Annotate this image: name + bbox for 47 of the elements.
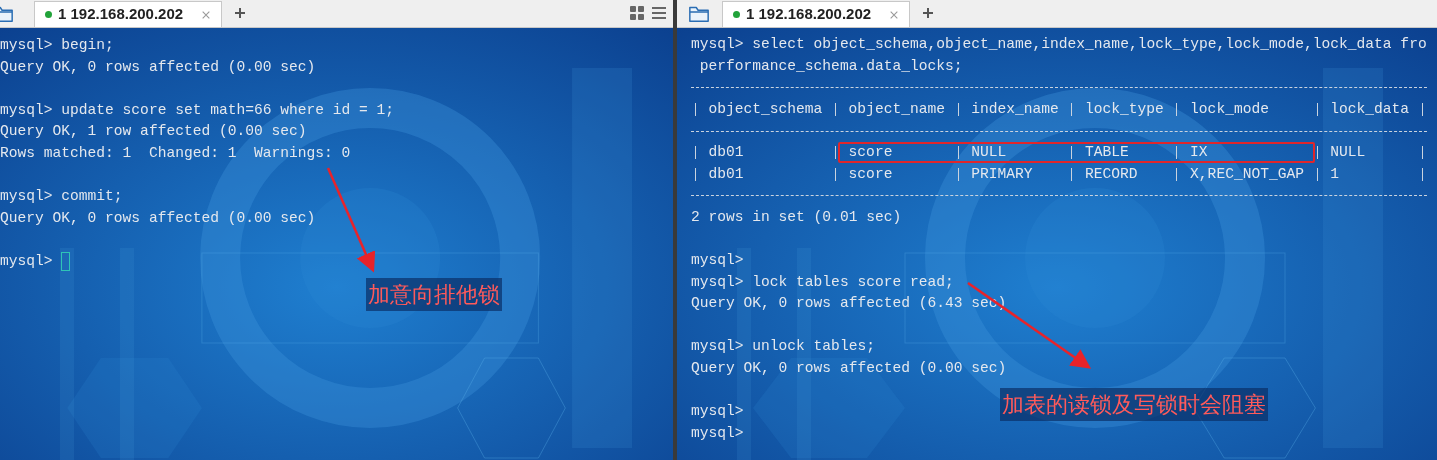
table-cell-text: RECORD xyxy=(1084,164,1139,184)
tab-label: 1 192.168.200.202 xyxy=(746,4,872,25)
terminal-line: Query OK, 1 row affected (0.00 sec) xyxy=(0,122,307,142)
table-cell-text: PRIMARY xyxy=(970,164,1034,184)
table-cell-text: IX xyxy=(1189,142,1209,162)
close-icon[interactable] xyxy=(889,9,900,20)
table-cell-text: NULL xyxy=(1329,142,1367,162)
column-header: lock_mode xyxy=(1189,99,1270,119)
table-cell-text: TABLE xyxy=(1084,142,1130,162)
terminal-line: mysql> xyxy=(0,251,54,271)
terminal-tab[interactable]: 1 192.168.200.202 xyxy=(34,1,223,27)
menu-icon[interactable] xyxy=(651,5,667,21)
table-cell-text: db01 xyxy=(707,142,745,162)
table-cell-text: score xyxy=(847,142,894,162)
terminal-tab[interactable]: 1 192.168.200.202 xyxy=(722,1,911,27)
column-header: object_name xyxy=(847,99,946,119)
terminal-line: mysql> commit; xyxy=(0,187,123,207)
terminal-line: mysql> begin; xyxy=(0,36,114,55)
terminal-line: mysql> select object_schema,object_name,index_name,lock_type,lock_mode,lock_data fro xyxy=(691,35,1427,54)
terminal-line: mysql> xyxy=(691,250,744,270)
table-cell-text: db01 xyxy=(707,164,745,184)
terminal-line: Query OK, 0 rows affected (0.00 sec) xyxy=(0,57,316,77)
terminal-line: Rows matched: 1 Changed: 1 Warnings: 0 xyxy=(0,143,351,163)
table-cell-text: NULL xyxy=(970,142,1008,162)
grid-view-icon[interactable] xyxy=(629,5,645,21)
terminal-line: mysql> unlock tables; xyxy=(691,337,875,357)
column-header: object_schema xyxy=(707,99,824,119)
column-header: lock_type xyxy=(1084,99,1165,119)
terminal-line: performance_schema.data_locks; xyxy=(698,56,963,76)
terminal-line: mysql> xyxy=(691,423,744,443)
terminal-line: mysql> update score set math=66 where id = 1; xyxy=(0,100,395,120)
add-tab-icon[interactable] xyxy=(234,7,247,19)
terminal-line: Query OK, 0 rows affected (0.00 sec) xyxy=(0,208,316,228)
tab-label: 1 192.168.200.202 xyxy=(58,4,184,25)
annotation-text: 加表的读锁及写锁时会阻塞 xyxy=(1000,388,1268,421)
terminal-line: Query OK, 0 rows affected (0.00 sec) xyxy=(691,358,1007,378)
add-tab-icon[interactable] xyxy=(922,7,935,19)
annotation-text: 加意向排他锁 xyxy=(366,278,502,311)
terminal-line: 2 rows in set (0.01 sec) xyxy=(691,207,902,227)
table-cell-text: score xyxy=(847,164,894,184)
column-header: index_name xyxy=(970,99,1060,119)
terminal-line: mysql> xyxy=(691,402,744,422)
terminal-line: mysql> lock tables score read; xyxy=(691,272,954,292)
table-cell-text: X,REC_NOT_GAP xyxy=(1189,164,1305,184)
close-icon[interactable] xyxy=(201,9,212,20)
table-cell-text: 1 xyxy=(1329,164,1340,184)
column-header: lock_data xyxy=(1329,99,1411,119)
